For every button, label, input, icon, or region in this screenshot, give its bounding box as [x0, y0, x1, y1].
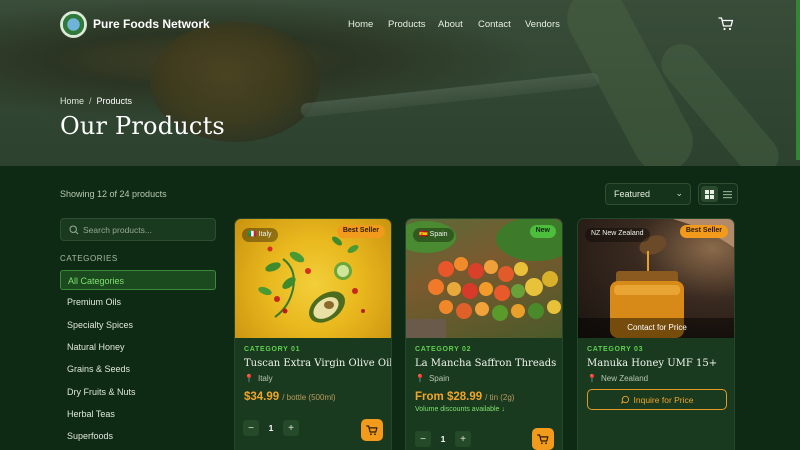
brand-name[interactable]: Pure Foods Network: [93, 17, 210, 31]
search-icon: [69, 225, 79, 235]
increase-qty-button[interactable]: +: [455, 431, 471, 447]
list-view-button[interactable]: [719, 186, 736, 202]
product-origin: 📍 New Zealand: [587, 374, 649, 383]
brand-logo-icon[interactable]: [60, 11, 87, 38]
best-seller-badge: Best Seller: [679, 225, 728, 238]
origin-chip: NZ New Zealand: [585, 228, 650, 242]
category-natural-honey[interactable]: Natural Honey: [60, 337, 216, 357]
product-image-honey[interactable]: NZ New Zealand Best Seller Contact for P…: [578, 219, 734, 338]
chevron-down-icon: ⌄: [675, 188, 683, 198]
map-pin-icon: 📍: [587, 374, 597, 383]
product-card[interactable]: NZ New Zealand Best Seller Contact for P…: [577, 218, 735, 450]
grid-icon: [705, 189, 714, 199]
origin-chip: 🇮🇹 Italy: [242, 228, 278, 242]
categories-heading: CATEGORIES: [60, 254, 118, 263]
view-toggle: [698, 183, 738, 205]
category-herbal-teas[interactable]: Herbal Teas: [60, 404, 216, 424]
cart-icon: [366, 424, 378, 435]
chat-icon: [620, 395, 629, 404]
quantity-stepper: − 1 +: [415, 430, 471, 448]
cart-icon: [537, 433, 549, 444]
increase-qty-button[interactable]: +: [283, 420, 299, 436]
cart-icon[interactable]: [718, 17, 734, 31]
contact-for-price-overlay: Contact for Price: [578, 318, 734, 338]
breadcrumb-current: Products: [96, 96, 133, 106]
product-image-saffron[interactable]: 🇪🇸 Spain New: [406, 219, 562, 338]
product-category: CATEGORY 01: [244, 346, 301, 353]
inquire-for-price-button[interactable]: Inquire for Price: [587, 389, 727, 410]
product-category: CATEGORY 03: [587, 346, 644, 353]
product-name[interactable]: Manuka Honey UMF 15+: [587, 358, 717, 369]
category-superfoods[interactable]: Superfoods: [60, 426, 216, 446]
origin-chip: 🇪🇸 Spain: [413, 228, 454, 242]
add-to-cart-button[interactable]: [532, 428, 554, 450]
new-badge: New: [529, 225, 556, 238]
price-unit: / tin (2g): [485, 393, 515, 402]
category-all[interactable]: All Categories: [60, 270, 216, 290]
breadcrumb-separator: /: [89, 96, 92, 106]
results-count: Showing 12 of 24 products: [60, 189, 167, 199]
qty-value[interactable]: 1: [431, 434, 455, 444]
qty-value[interactable]: 1: [259, 423, 283, 433]
product-category: CATEGORY 02: [415, 346, 472, 353]
top-navbar: Pure Foods Network Home Products About C…: [0, 0, 800, 50]
sort-selected-value: Featured: [614, 189, 651, 199]
page-title: Our Products: [60, 112, 225, 140]
category-dry-fruits-nuts[interactable]: Dry Fruits & Nuts: [60, 382, 216, 402]
decrease-qty-button[interactable]: −: [415, 431, 431, 447]
sort-select[interactable]: Featured ⌄: [605, 183, 691, 205]
product-image-olive-oil[interactable]: 🇮🇹 Italy Best Seller: [235, 219, 391, 338]
nav-link-home[interactable]: Home: [348, 19, 373, 30]
product-price: $34.99/ bottle (500ml): [244, 391, 336, 403]
decrease-qty-button[interactable]: −: [243, 420, 259, 436]
product-price: From $28.99/ tin (2g): [415, 391, 515, 403]
grid-view-button[interactable]: [701, 186, 718, 202]
category-premium-oils[interactable]: Premium Oils: [60, 292, 216, 312]
add-to-cart-button[interactable]: [361, 419, 383, 441]
product-card[interactable]: 🇮🇹 Italy Best Seller CATEGORY 01 Tuscan …: [234, 218, 392, 450]
nav-link-vendors[interactable]: Vendors: [525, 19, 560, 30]
category-grains-seeds[interactable]: Grains & Seeds: [60, 359, 216, 379]
list-icon: [723, 190, 732, 198]
best-seller-badge: Best Seller: [336, 225, 385, 238]
breadcrumb: Home / Products: [60, 96, 132, 106]
volume-discount-note[interactable]: Volume discounts available ↓: [415, 406, 505, 413]
map-pin-icon: 📍: [415, 374, 425, 383]
price-unit: / bottle (500ml): [282, 393, 336, 402]
category-specialty-spices[interactable]: Specialty Spices: [60, 315, 216, 335]
product-origin: 📍 Italy: [244, 374, 273, 383]
product-name[interactable]: La Mancha Saffron Threads: [415, 358, 556, 369]
product-name[interactable]: Tuscan Extra Virgin Olive Oil: [244, 358, 391, 369]
search-box: [60, 218, 216, 241]
quantity-stepper: − 1 +: [243, 419, 299, 437]
nav-link-products[interactable]: Products: [388, 19, 426, 30]
search-input[interactable]: [83, 222, 211, 238]
product-origin: 📍 Spain: [415, 374, 450, 383]
map-pin-icon: 📍: [244, 374, 254, 383]
breadcrumb-home[interactable]: Home: [60, 96, 84, 106]
product-card[interactable]: 🇪🇸 Spain New CATEGORY 02 La Mancha Saffr…: [405, 218, 563, 450]
nav-link-about[interactable]: About: [438, 19, 463, 30]
nav-link-contact[interactable]: Contact: [478, 19, 511, 30]
